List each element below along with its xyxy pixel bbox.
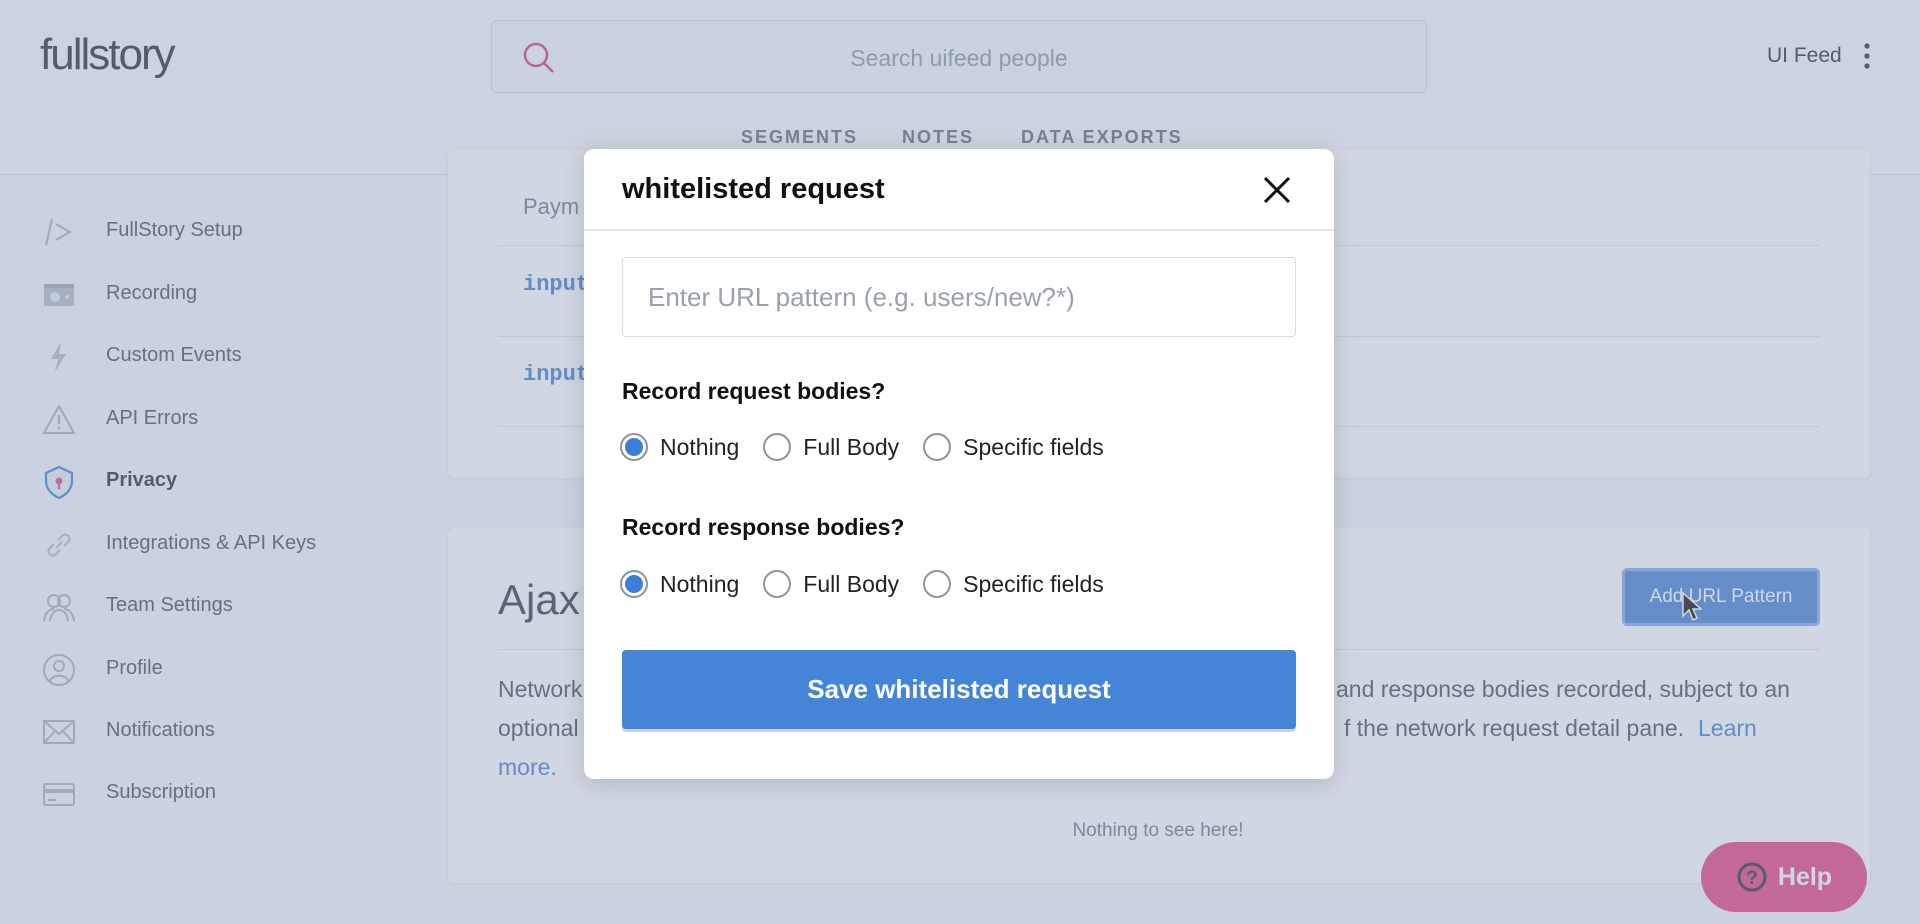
response-radio-nothing[interactable]: Nothing xyxy=(620,570,739,598)
radio-unselected[interactable] xyxy=(923,433,952,461)
radio-label: Nothing xyxy=(660,570,740,597)
modal-title: whitelisted request xyxy=(622,173,885,205)
radio-unselected[interactable] xyxy=(763,433,792,461)
request-bodies-label: Record request bodies? xyxy=(622,378,886,404)
request-radio-group: Nothing Full Body Specific fields xyxy=(620,433,1104,461)
radio-unselected[interactable] xyxy=(923,570,952,598)
whitelist-request-modal: whitelisted request Record request bodie… xyxy=(584,149,1334,779)
radio-selected[interactable] xyxy=(620,570,648,598)
close-icon[interactable] xyxy=(1260,173,1294,207)
radio-label: Full Body xyxy=(803,433,900,460)
save-whitelisted-request-button[interactable]: Save whitelisted request xyxy=(622,650,1296,729)
response-radio-specific-fields[interactable]: Specific fields xyxy=(923,570,1104,598)
response-radio-full-body[interactable]: Full Body xyxy=(763,570,899,598)
radio-label: Specific fields xyxy=(963,433,1104,460)
radio-selected[interactable] xyxy=(620,433,648,461)
modal-divider xyxy=(584,229,1334,231)
request-radio-full-body[interactable]: Full Body xyxy=(763,433,899,461)
radio-label: Full Body xyxy=(803,570,900,597)
response-radio-group: Nothing Full Body Specific fields xyxy=(620,570,1104,598)
radio-label: Specific fields xyxy=(963,570,1104,597)
radio-label: Nothing xyxy=(660,433,740,460)
radio-unselected[interactable] xyxy=(763,570,792,598)
request-radio-nothing[interactable]: Nothing xyxy=(620,433,739,461)
request-radio-specific-fields[interactable]: Specific fields xyxy=(923,433,1104,461)
url-pattern-input[interactable] xyxy=(622,257,1296,337)
response-bodies-label: Record response bodies? xyxy=(622,514,905,540)
